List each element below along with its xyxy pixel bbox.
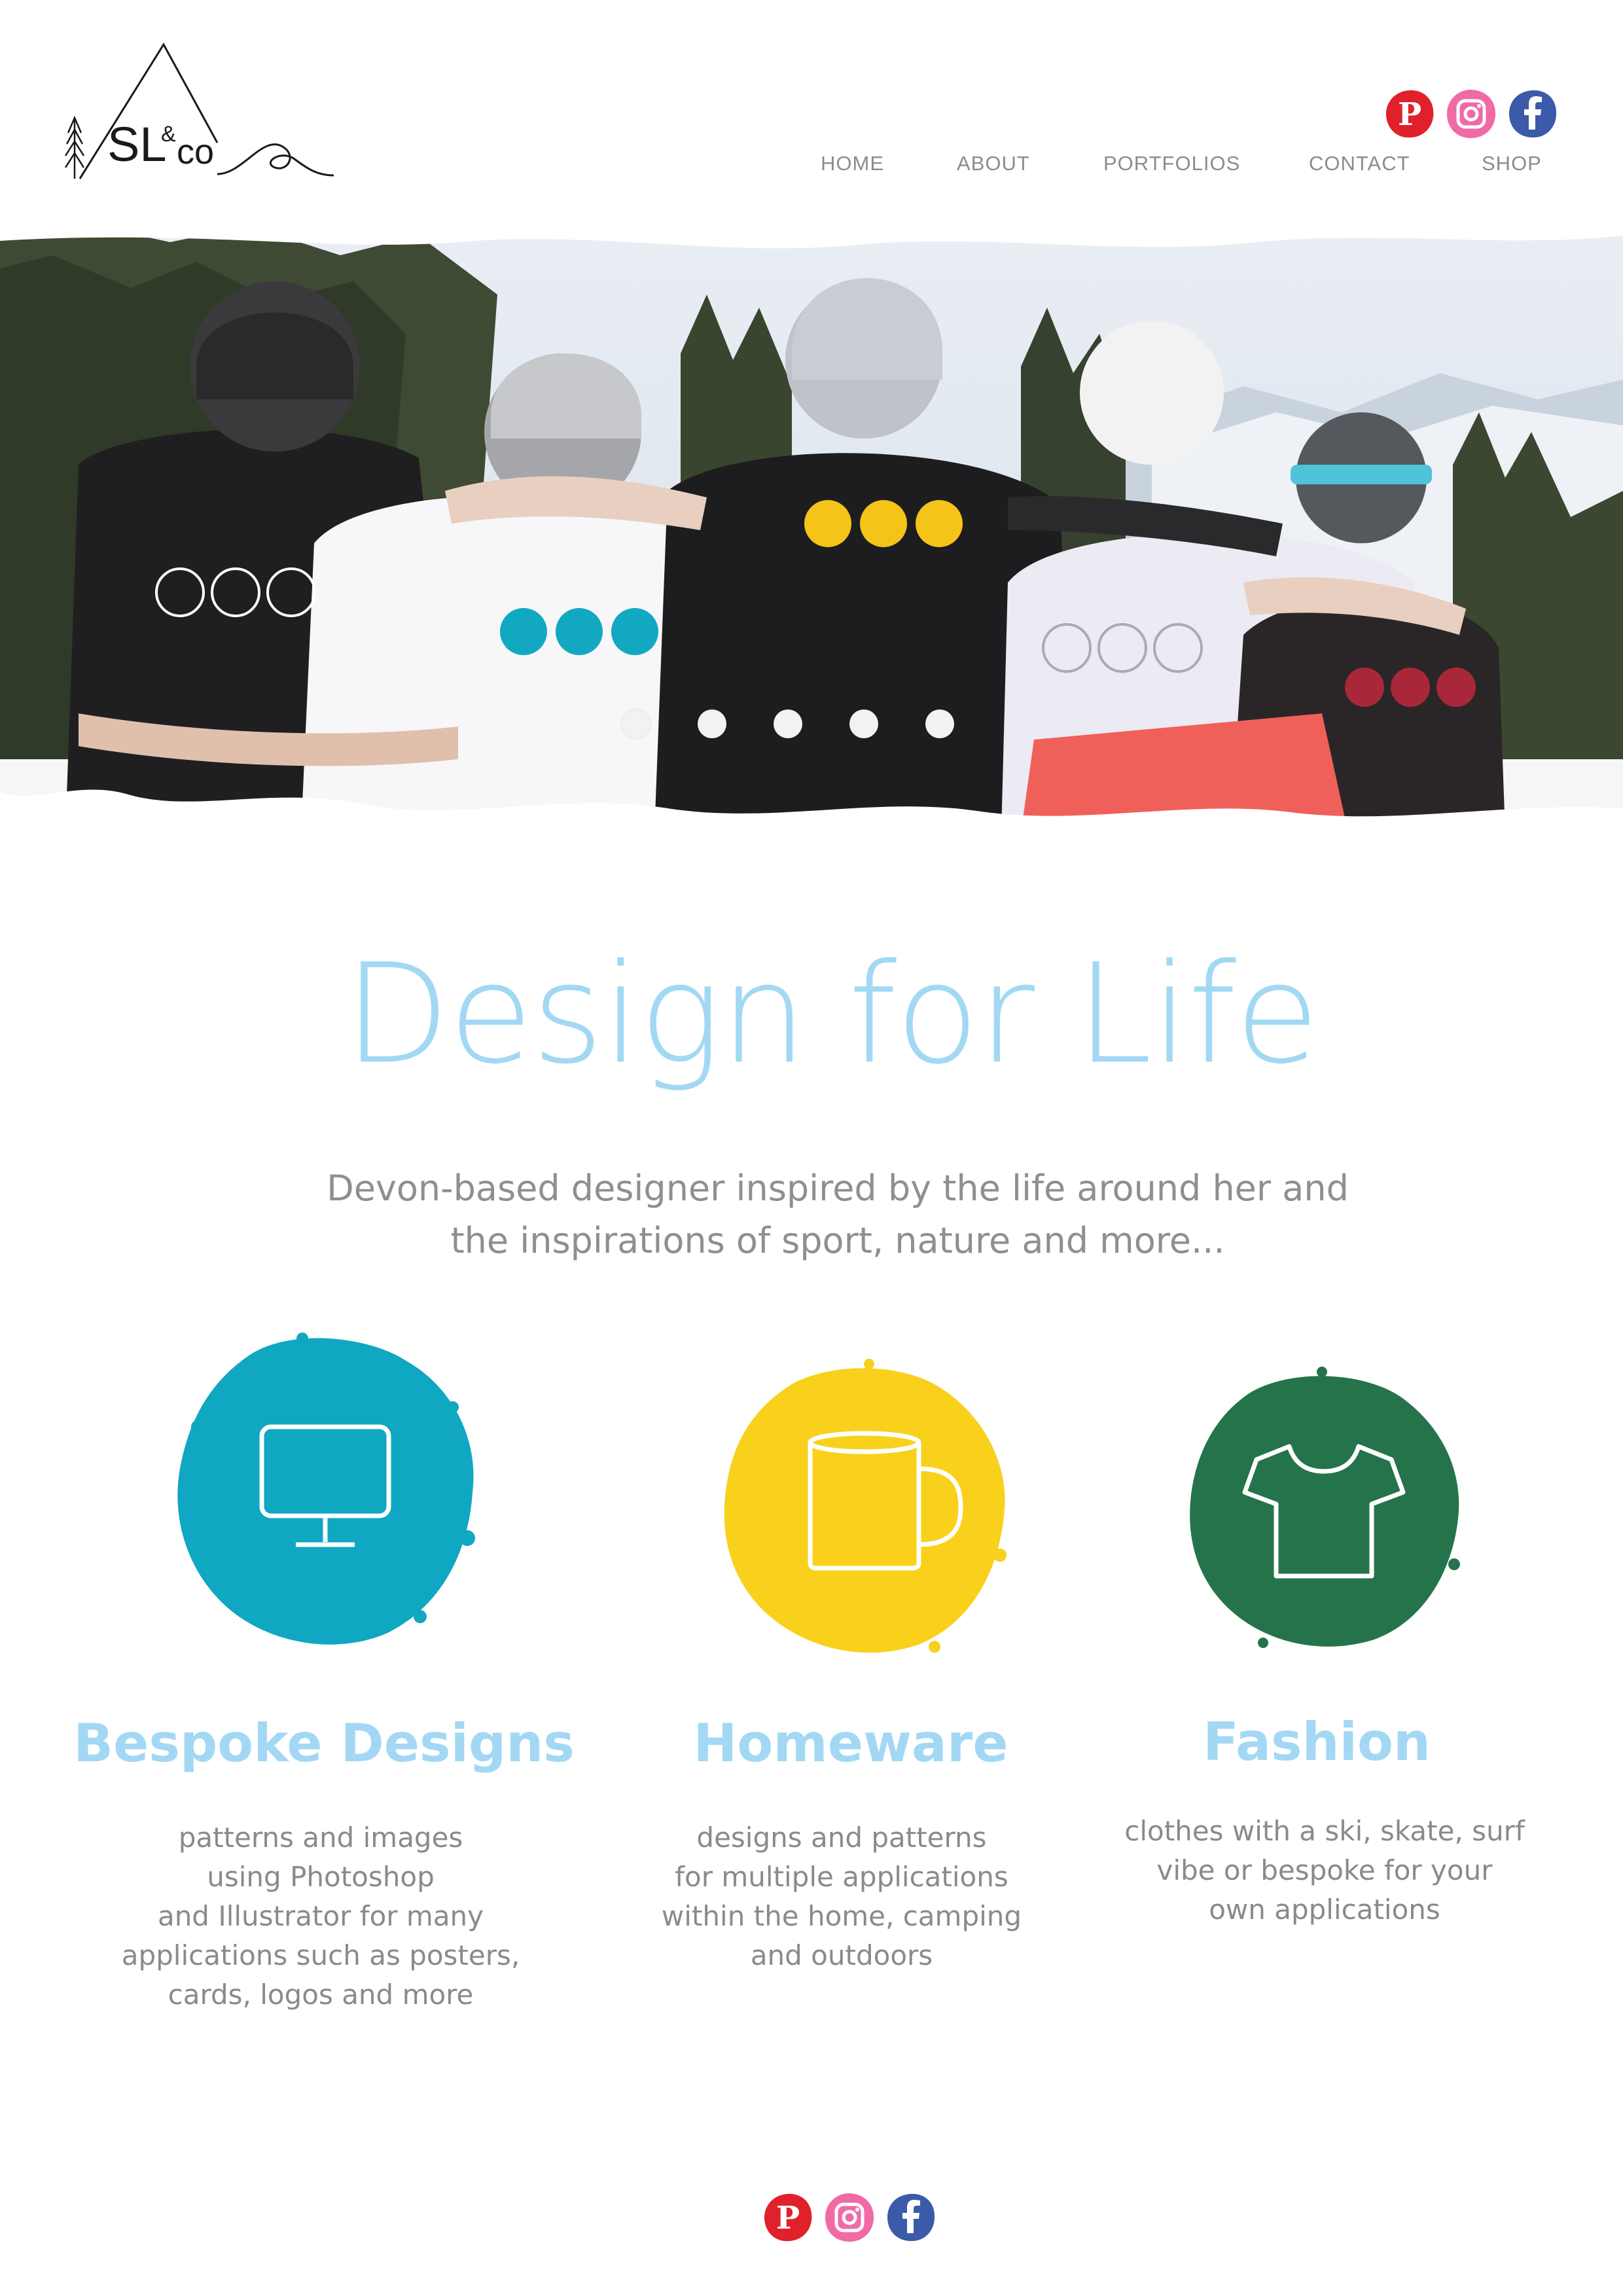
- description-line: cards, logos and more: [168, 1979, 474, 2011]
- nav-item-about[interactable]: ABOUT: [957, 152, 1030, 175]
- service-description-bespoke: patterns and images using Photoshop and …: [52, 1818, 589, 2015]
- description-line: within the home, camping: [661, 1900, 1022, 1932]
- facebook-icon[interactable]: [885, 2191, 937, 2244]
- logo-text-amp: &: [161, 122, 176, 147]
- main-nav: HOME ABOUT PORTFOLIOS CONTACT SHOP: [805, 152, 1564, 187]
- service-description-fashion: clothes with a ski, skate, surf vibe or …: [1063, 1812, 1586, 1929]
- brand-logo[interactable]: SL & co: [64, 43, 340, 188]
- description-line: clothes with a ski, skate, surf: [1124, 1815, 1525, 1847]
- nav-item-shop[interactable]: SHOP: [1482, 152, 1542, 175]
- instagram-icon[interactable]: [1445, 88, 1497, 140]
- carousel-dot-2[interactable]: [698, 709, 726, 738]
- instagram-icon[interactable]: [823, 2191, 876, 2244]
- description-line: vibe or bespoke for your: [1156, 1854, 1493, 1886]
- facebook-icon[interactable]: [1507, 88, 1559, 140]
- logo-text-co: co: [177, 132, 214, 171]
- social-links-footer: P: [762, 2191, 937, 2244]
- svg-text:P: P: [1398, 96, 1421, 133]
- homeware-badge: [719, 1359, 1010, 1653]
- description-line: applications such as posters,: [121, 1939, 520, 1971]
- service-title-homeware: Homeware: [693, 1713, 1008, 1774]
- service-title-bespoke: Bespoke Designs: [73, 1713, 575, 1774]
- page-title: Design for Life: [344, 934, 1320, 1094]
- fashion-badge: [1185, 1367, 1463, 1649]
- nav-item-home[interactable]: HOME: [821, 152, 884, 175]
- bespoke-designs-badge: [171, 1329, 479, 1649]
- nav-item-contact[interactable]: CONTACT: [1309, 152, 1410, 175]
- pinterest-icon[interactable]: P: [1383, 88, 1436, 140]
- hero-photo: [0, 216, 1623, 833]
- description-line: for multiple applications: [675, 1861, 1008, 1893]
- description-line: designs and patterns: [696, 1821, 987, 1854]
- carousel-dot-1[interactable]: [622, 709, 651, 738]
- logo-text-sl: SL: [107, 117, 167, 171]
- carousel-dot-3[interactable]: [774, 709, 802, 738]
- hero-image-carousel[interactable]: [0, 216, 1623, 833]
- svg-text:P: P: [776, 2200, 800, 2236]
- description-line: and outdoors: [750, 1939, 933, 1971]
- carousel-dot-4[interactable]: [849, 709, 878, 738]
- description-line: own applications: [1209, 1893, 1440, 1926]
- pinterest-icon[interactable]: P: [762, 2191, 814, 2244]
- tagline-line-2: the inspirations of sport, nature and mo…: [450, 1220, 1225, 1261]
- description-line: using Photoshop: [207, 1861, 435, 1893]
- tagline: Devon-based designer inspired by the lif…: [288, 1162, 1387, 1267]
- service-description-homeware: designs and patterns for multiple applic…: [580, 1818, 1103, 1975]
- description-line: patterns and images: [178, 1821, 463, 1854]
- tagline-line-1: Devon-based designer inspired by the lif…: [327, 1168, 1349, 1209]
- nav-item-portfolios[interactable]: PORTFOLIOS: [1103, 152, 1240, 175]
- carousel-dots: [622, 709, 954, 738]
- description-line: and Illustrator for many: [157, 1900, 484, 1932]
- social-links-header: P: [1383, 88, 1559, 140]
- carousel-dot-5[interactable]: [925, 709, 954, 738]
- service-title-fashion: Fashion: [1203, 1712, 1431, 1772]
